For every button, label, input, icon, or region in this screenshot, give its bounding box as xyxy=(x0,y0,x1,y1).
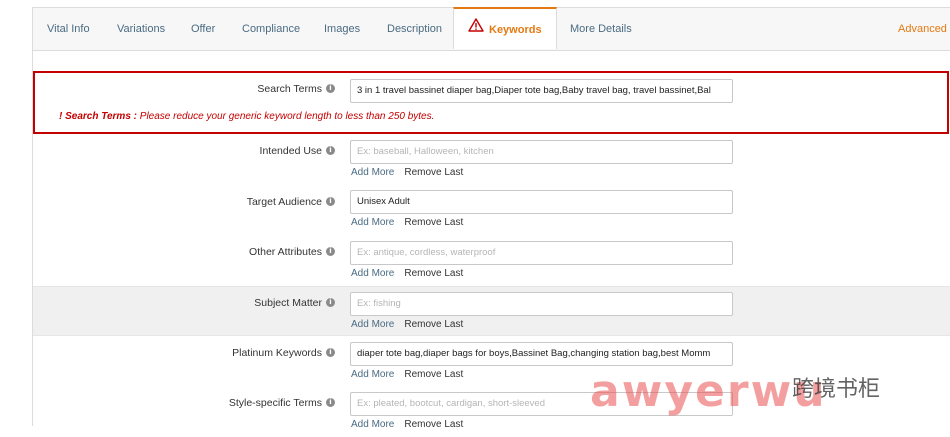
other-attributes-input[interactable]: Ex: antique, cordless, waterproof xyxy=(350,241,733,265)
info-icon[interactable]: i xyxy=(326,145,335,155)
tab-more-details[interactable]: More Details xyxy=(570,8,632,50)
remove-last-link[interactable]: Remove Last xyxy=(404,319,463,330)
add-more-link[interactable]: Add More xyxy=(351,319,394,330)
subject-matter-label: Subject Matter i xyxy=(254,297,335,309)
tab-advanced-view[interactable]: Advanced V xyxy=(898,8,950,50)
remove-last-link[interactable]: Remove Last xyxy=(404,369,463,380)
search-terms-label: Search Terms i xyxy=(257,83,335,95)
add-more-link[interactable]: Add More xyxy=(351,369,394,380)
target-audience-input[interactable]: Unisex Adult xyxy=(350,190,733,214)
other-attributes-links: Add More Remove Last xyxy=(351,268,463,279)
product-form: Vital Info Variations Offer Compliance I… xyxy=(32,7,950,430)
tab-images[interactable]: Images xyxy=(324,8,360,50)
info-icon[interactable]: i xyxy=(326,246,335,256)
platinum-keywords-links: Add More Remove Last xyxy=(351,369,463,380)
other-attributes-label: Other Attributes i xyxy=(249,246,335,258)
warning-icon xyxy=(468,8,484,50)
subject-matter-links: Add More Remove Last xyxy=(351,319,463,330)
search-terms-input[interactable]: 3 in 1 travel bassinet diaper bag,Diaper… xyxy=(350,79,733,103)
add-more-link[interactable]: Add More xyxy=(351,268,394,279)
intended-use-links: Add More Remove Last xyxy=(351,167,463,178)
search-terms-row: Search Terms i 3 in 1 travel bassinet dia… xyxy=(33,78,950,106)
remove-last-link[interactable]: Remove Last xyxy=(404,167,463,178)
style-specific-terms-input[interactable]: Ex: pleated, bootcut, cardigan, short-sl… xyxy=(350,392,733,416)
style-specific-terms-row: Style-specific Terms i Ex: pleated, bootc… xyxy=(33,387,950,437)
tab-keywords-label: Keywords xyxy=(489,24,542,36)
target-audience-links: Add More Remove Last xyxy=(351,217,463,228)
other-attributes-row: Other Attributes i Ex: antique, cordless,… xyxy=(33,236,950,286)
intended-use-row: Intended Use i Ex: baseball, Halloween, k… xyxy=(33,135,950,185)
tab-offer[interactable]: Offer xyxy=(191,8,215,50)
style-specific-terms-label: Style-specific Terms i xyxy=(229,397,335,409)
tab-vital-info[interactable]: Vital Info xyxy=(47,8,90,50)
remove-last-link[interactable]: Remove Last xyxy=(404,217,463,228)
search-terms-error-message: ! Search Terms : Please reduce your gene… xyxy=(59,111,435,122)
info-icon[interactable]: i xyxy=(326,347,335,357)
target-audience-label: Target Audience i xyxy=(247,196,335,208)
subject-matter-input[interactable]: Ex: fishing xyxy=(350,292,733,316)
target-audience-row: Target Audience i Unisex Adult Add More Re… xyxy=(33,185,950,235)
info-icon[interactable]: i xyxy=(326,397,335,407)
platinum-keywords-row: Platinum Keywords i diaper tote bag,diape… xyxy=(33,337,950,387)
info-icon[interactable]: i xyxy=(326,196,335,206)
info-icon[interactable]: i xyxy=(326,83,335,93)
subject-matter-row: Subject Matter i Ex: fishing Add More Remo… xyxy=(33,286,950,336)
platinum-keywords-label: Platinum Keywords i xyxy=(232,347,335,359)
info-icon[interactable]: i xyxy=(326,297,335,307)
tab-keywords[interactable]: Keywords xyxy=(453,7,557,49)
intended-use-label: Intended Use i xyxy=(260,145,335,157)
tab-bar: Vital Info Variations Offer Compliance I… xyxy=(33,7,950,51)
platinum-keywords-input[interactable]: diaper tote bag,diaper bags for boys,Bas… xyxy=(350,342,733,366)
add-more-link[interactable]: Add More xyxy=(351,167,394,178)
remove-last-link[interactable]: Remove Last xyxy=(404,268,463,279)
tab-variations[interactable]: Variations xyxy=(117,8,165,50)
intended-use-input[interactable]: Ex: baseball, Halloween, kitchen xyxy=(350,140,733,164)
tab-description[interactable]: Description xyxy=(387,8,442,50)
add-more-link[interactable]: Add More xyxy=(351,217,394,228)
tab-compliance[interactable]: Compliance xyxy=(242,8,300,50)
